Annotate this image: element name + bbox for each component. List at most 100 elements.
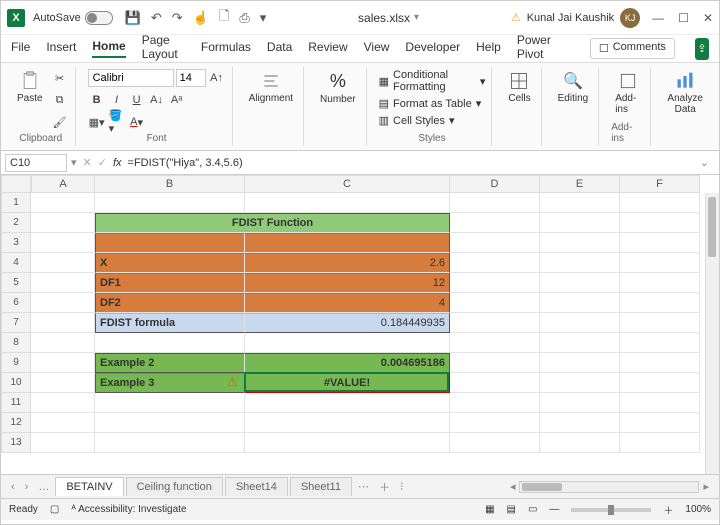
name-box-dropdown-icon[interactable]: ▾	[71, 156, 77, 169]
format-as-table-button[interactable]: ▤ Format as Table ▾	[379, 97, 482, 110]
sheet-nav-more-icon[interactable]: …	[34, 481, 53, 493]
tab-help[interactable]: Help	[476, 40, 501, 57]
view-page-icon[interactable]: ▤	[507, 504, 516, 515]
spreadsheet-grid[interactable]: ABCDEF 12345678910111213 FDIST FunctionX…	[1, 175, 719, 474]
select-all-corner[interactable]	[1, 175, 31, 193]
sheet-tab-bar: ‹ › … BETAINV Ceiling function Sheet14 S…	[1, 474, 719, 498]
font-size-input[interactable]	[176, 69, 206, 87]
styles-label: Styles	[418, 131, 445, 146]
tab-power-pivot[interactable]: Power Pivot	[517, 33, 558, 64]
maximize-icon[interactable]: ☐	[678, 11, 689, 25]
file-name[interactable]: sales.xlsx ▾	[266, 11, 511, 25]
editing-button[interactable]: 🔍Editing	[554, 69, 593, 106]
cut-icon[interactable]: ✂	[51, 69, 69, 87]
zoom-level[interactable]: 100%	[685, 504, 711, 515]
scroll-thumb[interactable]	[708, 197, 716, 257]
toggle-off-icon[interactable]	[85, 11, 113, 25]
expand-formula-icon[interactable]: ⌄	[694, 156, 715, 169]
sheet-tab-sheet11[interactable]: Sheet11	[290, 477, 352, 496]
user-name[interactable]: Kunal Jai Kaushik	[527, 12, 614, 24]
view-break-icon[interactable]: ▭	[528, 504, 537, 515]
number-button[interactable]: %Number	[316, 69, 360, 107]
zoom-out-icon[interactable]: —	[549, 504, 559, 515]
tab-view[interactable]: View	[364, 40, 390, 57]
italic-icon[interactable]: I	[108, 91, 126, 109]
save-icon[interactable]: 💾	[125, 10, 141, 26]
tab-file[interactable]: File	[11, 40, 30, 57]
close-icon[interactable]: ✕	[703, 11, 713, 25]
paste-button[interactable]: Paste	[13, 69, 47, 106]
undo-icon[interactable]: ↶	[151, 10, 162, 26]
macro-record-icon[interactable]: ▢	[50, 504, 59, 515]
sheet-nav-next-icon[interactable]: ›	[21, 481, 33, 493]
group-font: A↑ B I U A↓ Aᵃ ▦▾ 🪣▾ A▾ Font	[82, 67, 233, 146]
autosave-label: AutoSave	[33, 12, 81, 24]
bold-icon[interactable]: B	[88, 91, 106, 109]
analyze-data-button[interactable]: Analyze Data	[663, 69, 707, 117]
group-cells: Cells	[498, 67, 541, 146]
quick-access-toolbar: 💾 ↶ ↷ ☝ 🗋 ⎙ ▾	[125, 7, 267, 29]
addins-button[interactable]: Add-ins	[611, 69, 644, 117]
row-headers[interactable]: 12345678910111213	[1, 193, 31, 453]
tab-page-layout[interactable]: Page Layout	[142, 33, 185, 64]
title-bar: X AutoSave 💾 ↶ ↷ ☝ 🗋 ⎙ ▾ sales.xlsx ▾ ⚠ …	[1, 1, 719, 35]
group-editing: 🔍Editing	[548, 67, 600, 146]
sheet-nav-prev-icon[interactable]: ‹	[7, 481, 19, 493]
excel-icon: X	[7, 9, 25, 27]
enter-formula-icon[interactable]: ✓	[98, 156, 107, 169]
horizontal-scrollbar[interactable]: ◂ ▸	[409, 480, 713, 493]
new-icon[interactable]: 🗋	[219, 7, 229, 29]
name-box[interactable]: C10	[5, 154, 67, 172]
cell-styles-button[interactable]: ▥ Cell Styles ▾	[379, 114, 455, 127]
zoom-slider[interactable]	[571, 508, 651, 512]
print-icon[interactable]: ⎙	[239, 10, 249, 26]
hscroll-thumb[interactable]	[522, 483, 562, 491]
column-headers[interactable]: ABCDEF	[31, 175, 719, 193]
small-caps-icon[interactable]: Aᵃ	[168, 91, 186, 109]
alignment-label: Alignment	[249, 93, 293, 104]
copy-icon[interactable]: ⧉	[51, 91, 69, 109]
tab-formulas[interactable]: Formulas	[201, 40, 251, 57]
fx-icon[interactable]: fx	[113, 157, 122, 169]
autosave-toggle[interactable]: AutoSave	[33, 11, 113, 25]
shrink-font-icon[interactable]: A↓	[148, 91, 166, 109]
view-normal-icon[interactable]: ▦	[485, 504, 494, 515]
cells-button[interactable]: Cells	[504, 69, 534, 106]
vertical-scrollbar[interactable]	[705, 193, 719, 474]
redo-icon[interactable]: ↷	[172, 10, 183, 26]
tab-review[interactable]: Review	[308, 40, 347, 57]
zoom-in-icon[interactable]: ＋	[663, 502, 673, 517]
cancel-formula-icon[interactable]: ✕	[83, 156, 92, 169]
font-name-input[interactable]	[88, 69, 174, 87]
underline-icon[interactable]: U	[128, 91, 146, 109]
border-icon[interactable]: ▦▾	[88, 113, 106, 131]
paste-label: Paste	[17, 93, 43, 104]
fill-color-icon[interactable]: 🪣▾	[108, 113, 126, 131]
avatar[interactable]: KJ	[620, 8, 640, 28]
sheet-more-icon[interactable]: ⋯	[354, 480, 373, 493]
grow-font-icon[interactable]: A↑	[208, 69, 226, 87]
group-number: %Number	[310, 67, 367, 146]
share-button[interactable]: ⇪	[695, 38, 709, 60]
tab-developer[interactable]: Developer	[405, 40, 460, 57]
minimize-icon[interactable]: —	[652, 11, 664, 25]
new-sheet-icon[interactable]: ＋	[375, 479, 394, 495]
conditional-formatting-button[interactable]: ▦ Conditional Formatting ▾	[379, 69, 486, 93]
tab-insert[interactable]: Insert	[46, 40, 76, 57]
sheet-tab-ceiling[interactable]: Ceiling function	[126, 477, 223, 496]
tab-home[interactable]: Home	[92, 39, 125, 58]
alignment-button[interactable]: Alignment	[245, 69, 297, 106]
tab-data[interactable]: Data	[267, 40, 292, 57]
cells-area[interactable]: FDIST FunctionX2.6DF112DF24FDIST formula…	[31, 193, 700, 453]
format-painter-icon[interactable]: 🖌	[51, 113, 69, 131]
font-color-icon[interactable]: A▾	[128, 113, 146, 131]
sheet-tab-sheet14[interactable]: Sheet14	[225, 477, 288, 496]
cell-styles-label: Cell Styles	[393, 115, 445, 127]
touch-icon[interactable]: ☝	[193, 10, 209, 26]
sheet-tab-betainv[interactable]: BETAINV	[55, 477, 123, 496]
comments-button[interactable]: ☐ Comments	[590, 38, 675, 59]
warning-icon[interactable]: ⚠	[511, 11, 521, 24]
filename-text: sales.xlsx	[358, 11, 410, 25]
formula-input[interactable]: =FDIST("Hiya", 3.4,5.6)	[122, 157, 694, 169]
accessibility-status[interactable]: ᴬ Accessibility: Investigate	[71, 504, 186, 515]
